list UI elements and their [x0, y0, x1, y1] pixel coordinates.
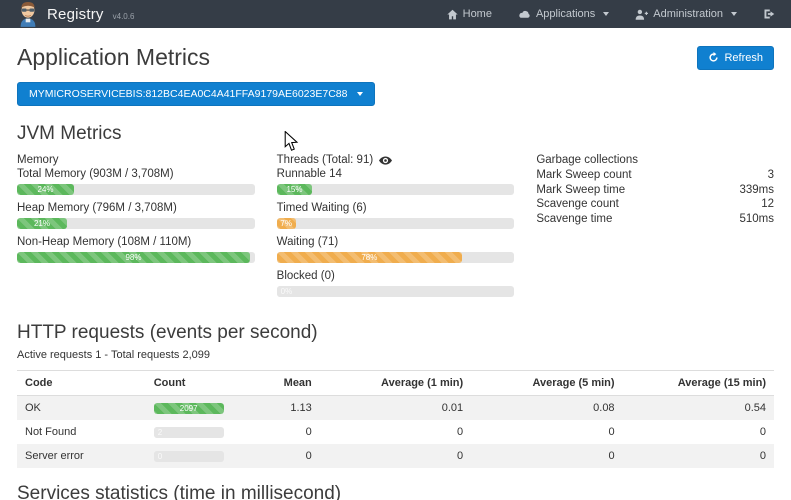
threads-title: Threads (Total: 91) — [277, 154, 374, 166]
brand[interactable]: Registry v4.0.6 — [16, 1, 134, 27]
memory-metric-total: Total Memory (903M / 3,708M) 24% — [17, 168, 255, 195]
refresh-label: Refresh — [724, 52, 763, 64]
sign-out-button[interactable] — [763, 8, 775, 20]
page-title: Application Metrics — [17, 44, 210, 71]
nav-administration[interactable]: Administration — [635, 8, 737, 20]
progress-bar: 78% — [277, 252, 515, 263]
progress-bar: 7% — [277, 218, 515, 229]
gc-row: Scavenge count 12 — [536, 197, 774, 212]
gc-column: Garbage collections Mark Sweep count 3 M… — [536, 154, 774, 304]
memory-column: Memory Total Memory (903M / 3,708M) 24% … — [17, 154, 255, 304]
count-bar: 2 — [154, 427, 224, 438]
gc-title: Garbage collections — [536, 154, 774, 166]
gc-row: Mark Sweep time 339ms — [536, 183, 774, 198]
nav-applications[interactable]: Applications — [518, 8, 609, 20]
navbar: Registry v4.0.6 Home Applications Admini… — [0, 0, 791, 28]
progress-bar: 98% — [17, 252, 255, 263]
refresh-icon — [708, 52, 719, 63]
home-icon — [447, 9, 458, 20]
http-heading: HTTP requests (events per second) — [17, 322, 774, 344]
user-plus-icon — [635, 9, 648, 20]
progress-bar: 24% — [17, 184, 255, 195]
instance-selector-label: MYMICROSERVICEBIS:812BC4EA0C4A41FFA9179A… — [29, 88, 347, 100]
http-requests-section: HTTP requests (events per second) Active… — [17, 322, 774, 468]
jvm-metrics-section: JVM Metrics Memory Total Memory (903M / … — [17, 123, 774, 304]
jhipster-avatar-icon — [16, 1, 40, 27]
table-row: OK 2097 1.13 0.01 0.08 0.54 — [17, 396, 774, 421]
nav-applications-label: Applications — [536, 8, 595, 20]
count-bar: 2097 — [154, 403, 224, 414]
http-requests-table: Code Count Mean Average (1 min) Average … — [17, 370, 774, 468]
memory-title: Memory — [17, 154, 255, 166]
jvm-heading: JVM Metrics — [17, 123, 774, 145]
refresh-button[interactable]: Refresh — [697, 46, 774, 70]
table-row: Server error 0 0 0 0 0 — [17, 444, 774, 468]
http-subtitle: Active requests 1 - Total requests 2,099 — [17, 349, 774, 361]
caret-down-icon — [731, 12, 737, 16]
nav-menu: Home Applications Administration — [447, 8, 775, 20]
table-header-row: Code Count Mean Average (1 min) Average … — [17, 371, 774, 396]
threads-metric-blocked: Blocked (0) 0% — [277, 270, 515, 297]
gc-row: Scavenge time 510ms — [536, 212, 774, 227]
brand-version: v4.0.6 — [113, 12, 135, 21]
caret-down-icon — [603, 12, 609, 16]
gc-row: Mark Sweep count 3 — [536, 168, 774, 183]
services-statistics-section: Services statistics (time in millisecond… — [17, 483, 774, 500]
threads-metric-timedwaiting: Timed Waiting (6) 7% — [277, 202, 515, 229]
nav-home-label: Home — [463, 8, 492, 20]
threads-metric-waiting: Waiting (71) 78% — [277, 236, 515, 263]
instance-selector-dropdown[interactable]: MYMICROSERVICEBIS:812BC4EA0C4A41FFA9179A… — [17, 82, 375, 106]
threads-column: Threads (Total: 91) Runnable 14 15% Time… — [277, 154, 515, 304]
progress-bar: 0% — [277, 286, 515, 297]
table-row: Not Found 2 0 0 0 0 — [17, 420, 774, 444]
cloud-icon — [518, 9, 531, 20]
caret-down-icon — [357, 92, 363, 96]
services-heading: Services statistics (time in millisecond… — [17, 483, 774, 500]
sign-out-icon — [763, 8, 775, 20]
memory-metric-heap: Heap Memory (796M / 3,708M) 21% — [17, 202, 255, 229]
progress-bar: 21% — [17, 218, 255, 229]
count-bar: 0 — [154, 451, 224, 462]
nav-home[interactable]: Home — [447, 8, 492, 20]
brand-name: Registry — [47, 6, 104, 23]
memory-metric-nonheap: Non-Heap Memory (108M / 110M) 98% — [17, 236, 255, 263]
main-content: Application Metrics Refresh MYMICROSERVI… — [0, 44, 791, 500]
progress-bar: 15% — [277, 184, 515, 195]
threads-metric-runnable: Runnable 14 15% — [277, 168, 515, 195]
nav-administration-label: Administration — [653, 8, 723, 20]
eye-icon[interactable] — [379, 156, 392, 165]
